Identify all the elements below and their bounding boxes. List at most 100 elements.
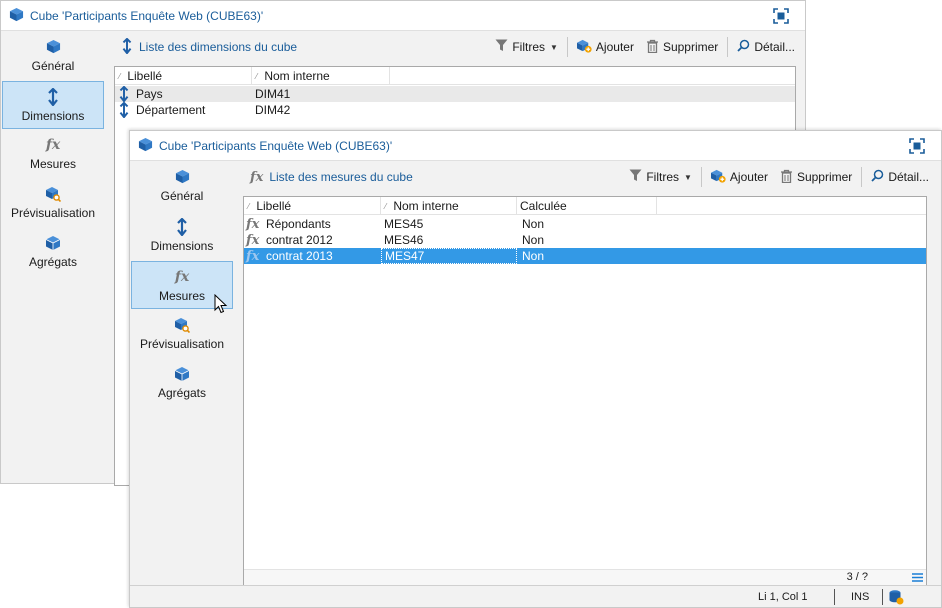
row-label: contrat 2013 — [266, 249, 333, 263]
status-bar: Li 1, Col 1 INS — [130, 585, 941, 607]
sidebar-item-general[interactable]: Général — [130, 161, 234, 209]
grid-footer: 3 / ? — [244, 569, 926, 586]
cube-icon — [9, 7, 24, 25]
table-row-selected[interactable]: fx contrat 2013 MES47 Non — [244, 248, 926, 264]
detail-button[interactable]: Détail... — [731, 36, 801, 58]
toolbar-divider — [700, 167, 702, 187]
column-header-internal-name[interactable]: ⁄ Nom interne — [381, 197, 517, 215]
column-header-label[interactable]: ⁄ Libellé — [115, 67, 252, 85]
grid-header: ⁄ Libellé ⁄ Nom interne Calculée — [244, 197, 926, 215]
row-calculated: Non — [522, 217, 545, 231]
toolbar: fx Liste des mesures du cube Filtres ▼ A… — [242, 161, 941, 193]
chevron-down-icon: ▼ — [550, 42, 558, 52]
chevron-down-icon: ▼ — [684, 172, 692, 182]
row-internal-name: DIM41 — [255, 87, 291, 101]
database-icon — [888, 586, 904, 608]
filter-icon — [629, 169, 642, 185]
row-internal-name: MES46 — [384, 233, 424, 247]
cube-icon — [46, 38, 61, 56]
cursor-position: Li 1, Col 1 — [758, 591, 808, 603]
filters-button[interactable]: Filtres ▼ — [489, 36, 564, 58]
dimension-arrow-icon — [121, 37, 133, 57]
row-calculated: Non — [522, 233, 545, 247]
table-row[interactable]: Département DIM42 — [115, 102, 795, 118]
sidebar-item-label: Prévisualisation — [10, 205, 96, 220]
column-header-calculated[interactable]: Calculée — [517, 197, 657, 215]
table-row[interactable]: fx contrat 2012 MES46 Non — [244, 232, 926, 248]
sidebar-item-preview[interactable]: Prévisualisation — [1, 178, 105, 226]
sidebar-item-measures[interactable]: fx Mesures — [1, 129, 105, 177]
detail-button[interactable]: Détail... — [865, 166, 935, 188]
row-label: Pays — [136, 87, 163, 101]
maximize-icon[interactable] — [773, 8, 789, 27]
list-menu-icon[interactable] — [912, 572, 923, 586]
mouse-cursor-icon — [214, 293, 228, 317]
cube-icon — [175, 168, 190, 186]
table-row[interactable]: Pays DIM41 — [115, 86, 795, 102]
add-item-icon — [710, 168, 726, 186]
window-title: Cube 'Participants Enquête Web (CUBE63)' — [159, 138, 393, 153]
window-titlebar: Cube 'Participants Enquête Web (CUBE63)' — [130, 131, 941, 161]
filters-label: Filtres — [646, 170, 679, 184]
delete-button[interactable]: Supprimer — [640, 36, 724, 58]
sidebar-item-aggregates[interactable]: Agrégats — [1, 227, 105, 275]
preview-cube-icon — [45, 185, 61, 203]
toolbar-divider — [727, 37, 729, 57]
aggregate-cube-icon — [174, 365, 190, 383]
list-title-text: Liste des dimensions du cube — [139, 40, 298, 54]
add-button[interactable]: Ajouter — [705, 166, 774, 188]
sidebar-item-label: Mesures — [158, 288, 205, 303]
column-header-internal-name[interactable]: ⁄ Nom interne — [252, 67, 390, 85]
measures-window: Cube 'Participants Enquête Web (CUBE63)'… — [129, 130, 942, 608]
fx-icon: fx — [246, 232, 260, 248]
fx-icon: fx — [250, 169, 264, 185]
sort-icon: ⁄ — [385, 201, 387, 211]
sort-icon: ⁄ — [248, 201, 250, 211]
sidebar-item-label: Agrégats — [28, 254, 78, 269]
content-pane: fx Liste des mesures du cube Filtres ▼ A… — [242, 161, 941, 607]
sort-icon: ⁄ — [119, 71, 121, 81]
sidebar: Général Dimensions fx Mesures Prévisuali… — [1, 31, 105, 483]
sidebar-item-aggregates[interactable]: Agrégats — [130, 358, 234, 406]
toolbar: Liste des dimensions du cube Filtres ▼ A… — [113, 31, 805, 63]
fx-icon: fx — [246, 216, 260, 232]
add-item-icon — [576, 38, 592, 56]
delete-button[interactable]: Supprimer — [774, 166, 858, 188]
add-button[interactable]: Ajouter — [571, 36, 640, 58]
filters-button[interactable]: Filtres ▼ — [623, 166, 698, 188]
row-label: Département — [136, 103, 206, 117]
list-title-text: Liste des mesures du cube — [269, 170, 413, 184]
sidebar-item-dimensions[interactable]: Dimensions — [2, 81, 104, 129]
table-row[interactable]: fx Répondants MES45 Non — [244, 216, 926, 232]
fx-icon: fx — [174, 268, 190, 285]
dimension-arrow-icon — [118, 102, 130, 118]
status-divider — [834, 589, 835, 605]
sidebar: Général Dimensions fx Mesures Prévisuali… — [130, 161, 234, 607]
detail-label: Détail... — [754, 40, 795, 54]
row-internal-name: MES45 — [384, 217, 424, 231]
sidebar-item-general[interactable]: Général — [1, 31, 105, 79]
magnifier-icon — [737, 39, 750, 55]
row-internal-name: MES47 — [381, 248, 517, 264]
column-header-text: Libellé — [256, 199, 292, 213]
fx-icon: fx — [246, 248, 260, 264]
sidebar-item-label: Agrégats — [157, 385, 207, 400]
magnifier-icon — [871, 169, 884, 185]
trash-icon — [780, 169, 793, 186]
status-divider — [882, 589, 883, 605]
column-header-label[interactable]: ⁄ Libellé — [244, 197, 381, 215]
dimension-arrow-icon — [118, 86, 130, 102]
row-calculated: Non — [522, 249, 545, 263]
window-title: Cube 'Participants Enquête Web (CUBE63)' — [30, 8, 264, 23]
row-internal-name: DIM42 — [255, 103, 291, 117]
list-title: fx Liste des mesures du cube — [242, 170, 623, 185]
maximize-icon[interactable] — [909, 138, 925, 157]
add-label: Ajouter — [729, 170, 768, 184]
add-label: Ajouter — [595, 40, 634, 54]
sidebar-item-label: Dimensions — [150, 238, 214, 253]
filters-label: Filtres — [512, 40, 545, 54]
sidebar-item-dimensions[interactable]: Dimensions — [130, 211, 234, 259]
row-label: contrat 2012 — [266, 233, 333, 247]
detail-label: Détail... — [888, 170, 929, 184]
column-header-text: Nom interne — [264, 69, 330, 83]
